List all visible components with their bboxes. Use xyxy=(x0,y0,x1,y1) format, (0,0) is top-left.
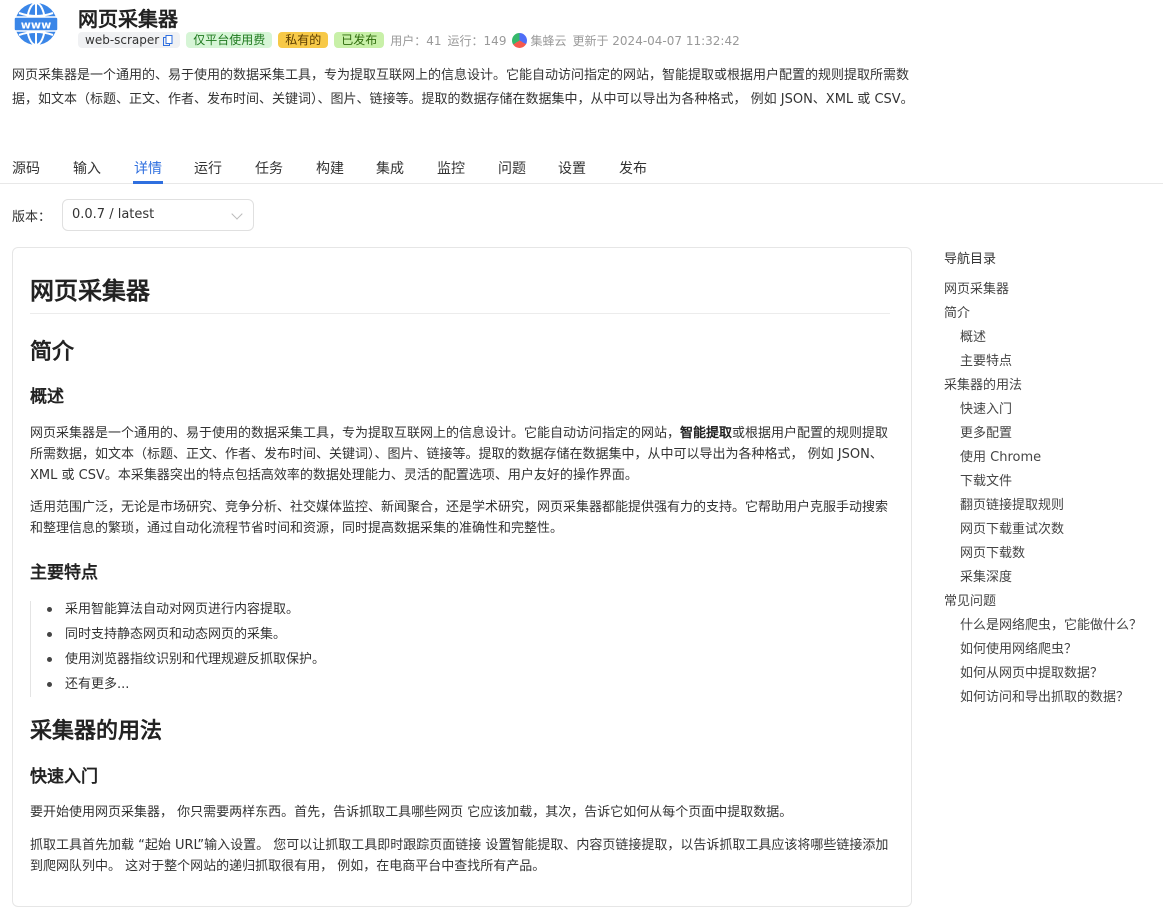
tab-details[interactable]: 详情 xyxy=(134,158,162,178)
updated-time: 更新于 2024-04-07 11:32:42 xyxy=(572,33,740,48)
overview-text-a: 网页采集器是一个通用的、易于使用的数据采集工具，专为提取互联网上的信息设计。它能… xyxy=(30,426,681,441)
toc-item[interactable]: 更多配置 xyxy=(944,422,1159,446)
toc-item[interactable]: 网页下载重试次数 xyxy=(944,518,1159,542)
toc-item[interactable]: 概述 xyxy=(944,326,1159,350)
provider-name: 集蜂云 xyxy=(530,33,567,48)
quickstart-paragraph-2: 抓取工具首先加载 “起始 URL”输入设置。 您可以让抓取工具即时跟踪页面链接 … xyxy=(30,838,889,874)
list-item: 使用浏览器指纹识别和代理规避反抓取保护。 xyxy=(30,647,890,672)
status-tag: 已发布 xyxy=(334,32,385,48)
app-meta-row: web-scraper 仅平台使用费 私有的 已发布 用户：41 运行：149 … xyxy=(78,31,740,49)
doc-title: 网页采集器 xyxy=(30,277,150,305)
toc-item[interactable]: 快速入门 xyxy=(944,398,1159,422)
id-tag-label: web-scraper xyxy=(85,33,160,47)
toc-title: 导航目录 xyxy=(944,252,997,267)
quickstart-paragraph-1: 要开始使用网页采集器， 你只需要两样东西。首先，告诉抓取工具哪些网页 它应该加载… xyxy=(30,805,793,820)
tab-publish[interactable]: 发布 xyxy=(619,158,647,178)
toc-item[interactable]: 常见问题 xyxy=(944,590,1159,614)
active-tab-indicator xyxy=(133,181,163,184)
toc-item[interactable]: 下载文件 xyxy=(944,470,1159,494)
toc-item[interactable]: 如何从网页中提取数据？ xyxy=(944,662,1159,686)
heading-features: 主要特点 xyxy=(30,563,98,583)
overview-paragraph-2: 适用范围广泛，无论是市场研究、竞争分析、社交媒体监控、新闻聚合，还是学术研究，网… xyxy=(30,500,889,536)
list-item: 采用智能算法自动对网页进行内容提取。 xyxy=(30,597,890,622)
tab-issues[interactable]: 问题 xyxy=(498,158,526,178)
provider[interactable]: 集蜂云 xyxy=(512,32,566,49)
tab-bar: 源码 输入 详情 运行 任务 构建 集成 监控 问题 设置 发布 xyxy=(0,150,1163,184)
toc-item[interactable]: 采集深度 xyxy=(944,566,1159,590)
tab-input[interactable]: 输入 xyxy=(73,158,101,178)
toc-item[interactable]: 翻页链接提取规则 xyxy=(944,494,1159,518)
heading-overview: 概述 xyxy=(30,387,64,407)
app-title: 网页采集器 xyxy=(78,7,178,31)
toc-item[interactable]: 简介 xyxy=(944,302,1159,326)
tab-monitoring[interactable]: 监控 xyxy=(437,158,465,178)
list-item: 还有更多... xyxy=(30,672,890,697)
version-value: 0.0.7 / latest xyxy=(72,207,155,222)
tab-integrations[interactable]: 集成 xyxy=(376,158,404,178)
tab-builds[interactable]: 构建 xyxy=(316,158,344,178)
provider-logo-icon xyxy=(512,32,528,48)
heading-usage: 采集器的用法 xyxy=(30,719,163,744)
readme-panel: 网页采集器 简介 概述 网页采集器是一个通用的、易于使用的数据采集工具，专为提取… xyxy=(12,247,912,907)
app-description: 网页采集器是一个通用的、易于使用的数据采集工具，专为提取互联网上的信息设计。它能… xyxy=(12,68,914,107)
toc-item[interactable]: 什么是网络爬虫，它能做什么？ xyxy=(944,614,1159,638)
heading-quickstart: 快速入门 xyxy=(30,767,98,787)
tab-tasks[interactable]: 任务 xyxy=(255,158,283,178)
title-divider xyxy=(30,313,890,314)
visibility-tag: 私有的 xyxy=(278,32,329,48)
feature-list: 采用智能算法自动对网页进行内容提取。 同时支持静态网页和动态网页的采集。 使用浏… xyxy=(30,597,890,697)
list-item: 同时支持静态网页和动态网页的采集。 xyxy=(30,622,890,647)
users-count: 用户：41 xyxy=(390,33,442,48)
pricing-tag: 仅平台使用费 xyxy=(186,32,273,48)
tab-settings[interactable]: 设置 xyxy=(558,158,586,178)
toc-item[interactable]: 使用 Chrome xyxy=(944,446,1159,470)
overview-text-bold: 智能提取 xyxy=(680,426,733,441)
toc-item[interactable]: 网页采集器 xyxy=(944,278,1159,302)
globe-icon: www xyxy=(13,2,59,46)
runs-count: 运行：149 xyxy=(447,33,507,48)
tab-source[interactable]: 源码 xyxy=(12,158,40,178)
toc-item[interactable]: 网页下载数 xyxy=(944,542,1159,566)
toc-item[interactable]: 如何访问和导出抓取的数据？ xyxy=(944,686,1159,710)
version-label: 版本： xyxy=(12,210,52,225)
overview-paragraph-1: 网页采集器是一个通用的、易于使用的数据采集工具，专为提取互联网上的信息设计。它能… xyxy=(30,423,900,486)
table-of-contents: 导航目录 网页采集器 简介 概述 主要特点 采集器的用法 快速入门 更多配置 使用 Chrom… xyxy=(944,248,1159,710)
copy-icon[interactable] xyxy=(163,34,173,46)
toc-item[interactable]: 采集器的用法 xyxy=(944,374,1159,398)
tab-runs[interactable]: 运行 xyxy=(194,158,222,178)
id-tag[interactable]: web-scraper xyxy=(78,32,181,48)
chevron-down-icon xyxy=(231,208,243,220)
heading-intro: 简介 xyxy=(30,340,75,365)
version-select[interactable]: 0.0.7 / latest xyxy=(62,199,254,231)
toc-list: 网页采集器 简介 概述 主要特点 采集器的用法 快速入门 更多配置 使用 Chrome 下载文件… xyxy=(944,278,1159,710)
toc-item[interactable]: 如何使用网络爬虫？ xyxy=(944,638,1159,662)
toc-item[interactable]: 主要特点 xyxy=(944,350,1159,374)
svg-text:www: www xyxy=(21,19,52,32)
